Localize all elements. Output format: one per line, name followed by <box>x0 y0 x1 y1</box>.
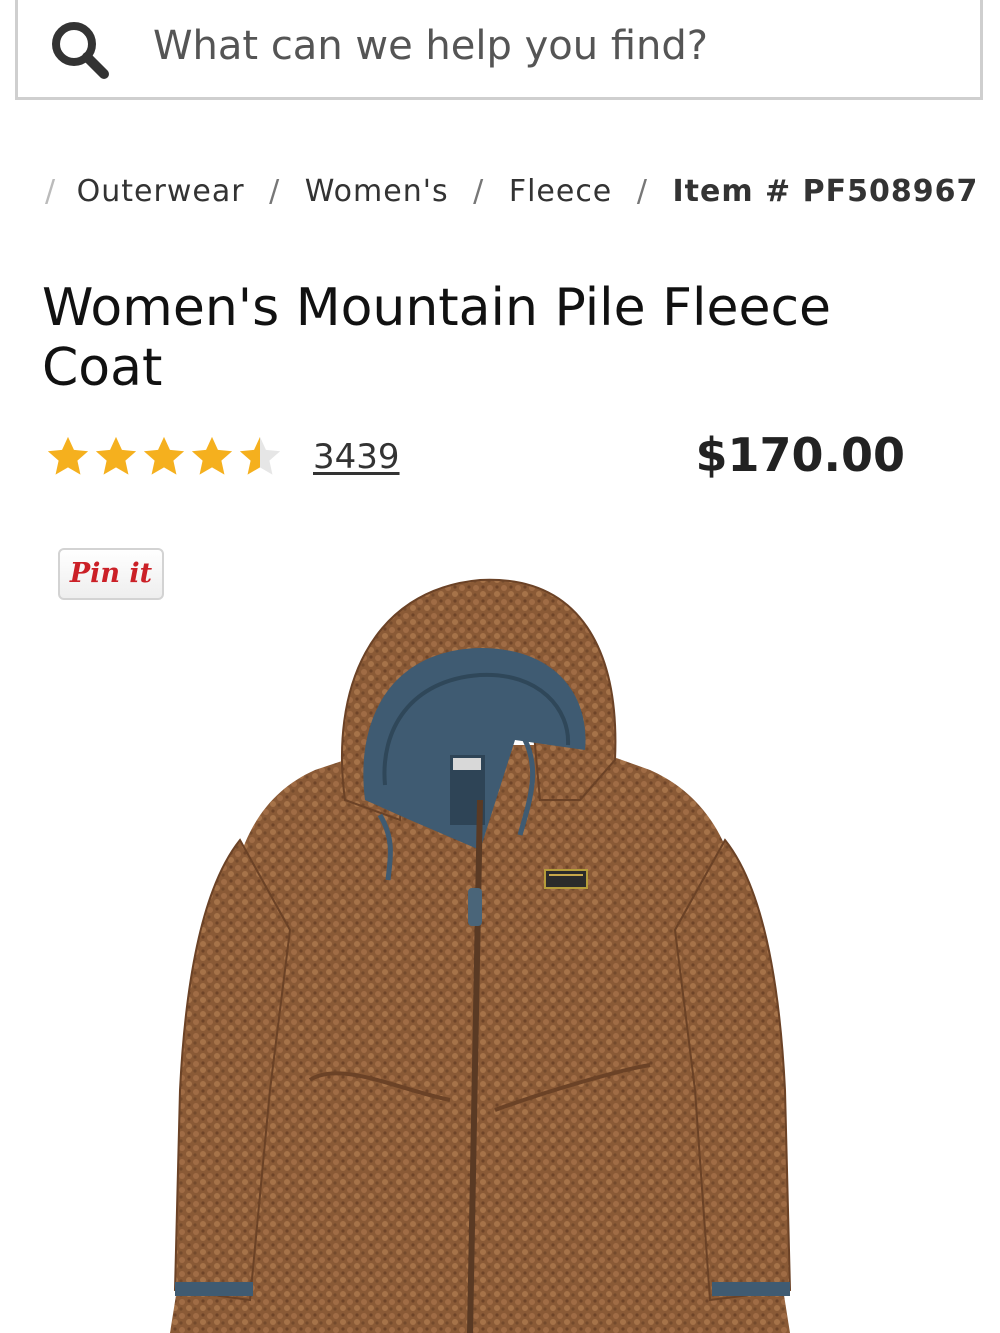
star-icon <box>47 436 89 475</box>
breadcrumb-item-outerwear[interactable]: Outerwear <box>77 174 245 209</box>
search-input[interactable] <box>153 16 933 76</box>
breadcrumb-separator: / <box>45 174 57 209</box>
rating-stars <box>45 434 283 480</box>
pin-it-button[interactable]: Pin it <box>58 548 164 600</box>
breadcrumb-separator: / <box>473 174 485 209</box>
review-count-link[interactable]: 3439 <box>313 437 400 477</box>
breadcrumb: / Outerwear / Women's / Fleece / Item # … <box>45 172 978 212</box>
search-bar[interactable] <box>15 0 983 100</box>
product-rating[interactable]: 3439 <box>45 432 400 482</box>
breadcrumb-current-item: Item # PF508967 <box>672 174 979 209</box>
breadcrumb-separator: / <box>636 174 648 209</box>
breadcrumb-item-fleece[interactable]: Fleece <box>509 174 612 209</box>
breadcrumb-item-womens[interactable]: Women's <box>305 174 449 209</box>
star-icon <box>95 436 137 475</box>
search-icon[interactable] <box>48 18 112 82</box>
star-icon <box>191 436 233 475</box>
star-icon <box>143 436 185 475</box>
product-image[interactable] <box>150 570 810 1333</box>
product-title: Women's Mountain Pile Fleece Coat <box>42 278 832 398</box>
breadcrumb-separator: / <box>269 174 281 209</box>
star-icon <box>239 436 281 475</box>
product-price: $170.00 <box>695 428 905 482</box>
